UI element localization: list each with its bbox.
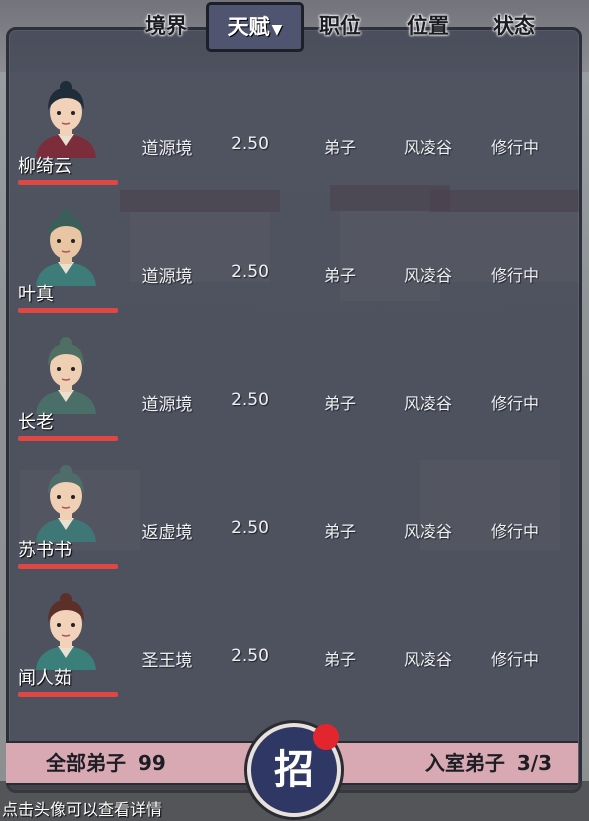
all-disciples-label: 全部弟子 bbox=[46, 751, 126, 775]
disciple-position: 弟子 bbox=[323, 394, 356, 413]
tab-talent[interactable]: 天赋 ▼ bbox=[206, 2, 304, 52]
disciple-status: 修行中 bbox=[490, 522, 539, 541]
disciple-position: 弟子 bbox=[323, 522, 356, 541]
tab-position-label: 职位 bbox=[319, 14, 361, 38]
disciple-talent: 2.50 bbox=[231, 262, 269, 282]
disciple-name: 苏书书 bbox=[18, 540, 72, 561]
inner-disciples-count: 3/3 bbox=[516, 751, 552, 775]
disciple-talent: 2.50 bbox=[231, 390, 269, 410]
disciple-realm: 道源境 bbox=[141, 139, 193, 159]
disciple-status: 修行中 bbox=[490, 650, 539, 669]
disciple-location: 风凌谷 bbox=[403, 522, 452, 541]
tab-realm[interactable]: 境界 bbox=[128, 8, 204, 44]
disciple-realm: 圣王境 bbox=[141, 651, 193, 671]
tab-talent-label: 天赋 bbox=[227, 15, 270, 39]
disciple-talent: 2.50 bbox=[231, 646, 269, 666]
inner-disciples-summary: 入室弟子 3/3 bbox=[425, 743, 552, 783]
health-bar bbox=[18, 436, 118, 441]
disciple-talent: 2.50 bbox=[231, 134, 269, 154]
disciple-name: 柳绮云 bbox=[18, 156, 72, 177]
disciple-name: 长老 bbox=[18, 412, 54, 433]
disciple-row[interactable]: 叶真 道源境 2.50 弟子 风凌谷 修行中 bbox=[10, 206, 570, 334]
hint-text: 点击头像可以查看详情 bbox=[2, 800, 163, 819]
recruit-button-label: 招 bbox=[274, 747, 314, 793]
health-bar bbox=[18, 692, 118, 697]
health-bar bbox=[18, 564, 118, 569]
tab-status[interactable]: 状态 bbox=[476, 8, 552, 44]
disciple-position: 弟子 bbox=[323, 138, 356, 157]
sort-tab-bar: 境界 天赋 ▼ 职位 位置 状态 bbox=[0, 2, 589, 52]
disciple-name: 叶真 bbox=[18, 284, 54, 305]
tab-status-label: 状态 bbox=[493, 14, 535, 38]
disciple-realm: 道源境 bbox=[141, 267, 193, 287]
disciple-row[interactable]: 长老 道源境 2.50 弟子 风凌谷 修行中 bbox=[10, 334, 570, 462]
tab-position[interactable]: 职位 bbox=[302, 8, 378, 44]
disciple-row[interactable]: 柳绮云 道源境 2.50 弟子 风凌谷 修行中 bbox=[10, 78, 570, 206]
disciple-location: 风凌谷 bbox=[403, 138, 452, 157]
tab-location-label: 位置 bbox=[407, 14, 449, 38]
disciple-location: 风凌谷 bbox=[403, 266, 452, 285]
disciple-row[interactable]: 闻人茹 圣王境 2.50 弟子 风凌谷 修行中 bbox=[10, 590, 570, 718]
disciple-position: 弟子 bbox=[323, 650, 356, 669]
disciple-name: 闻人茹 bbox=[18, 668, 72, 689]
disciple-talent: 2.50 bbox=[231, 518, 269, 538]
tab-location[interactable]: 位置 bbox=[390, 8, 466, 44]
all-disciples-summary: 全部弟子 99 bbox=[46, 743, 166, 783]
disciple-realm: 道源境 bbox=[141, 395, 193, 415]
tab-realm-label: 境界 bbox=[145, 14, 187, 38]
disciple-status: 修行中 bbox=[490, 266, 539, 285]
triangle-down-icon: ▼ bbox=[271, 22, 283, 38]
disciple-location: 风凌谷 bbox=[403, 650, 452, 669]
disciple-location: 风凌谷 bbox=[403, 394, 452, 413]
disciple-status: 修行中 bbox=[490, 138, 539, 157]
health-bar bbox=[18, 308, 118, 313]
disciple-realm: 返虚境 bbox=[141, 523, 193, 543]
disciple-row[interactable]: 苏书书 返虚境 2.50 弟子 风凌谷 修行中 bbox=[10, 462, 570, 590]
disciple-position: 弟子 bbox=[323, 266, 356, 285]
health-bar bbox=[18, 180, 118, 185]
all-disciples-count: 99 bbox=[138, 751, 166, 775]
notification-dot-icon bbox=[313, 724, 339, 750]
disciple-status: 修行中 bbox=[490, 394, 539, 413]
inner-disciples-label: 入室弟子 bbox=[424, 751, 505, 775]
